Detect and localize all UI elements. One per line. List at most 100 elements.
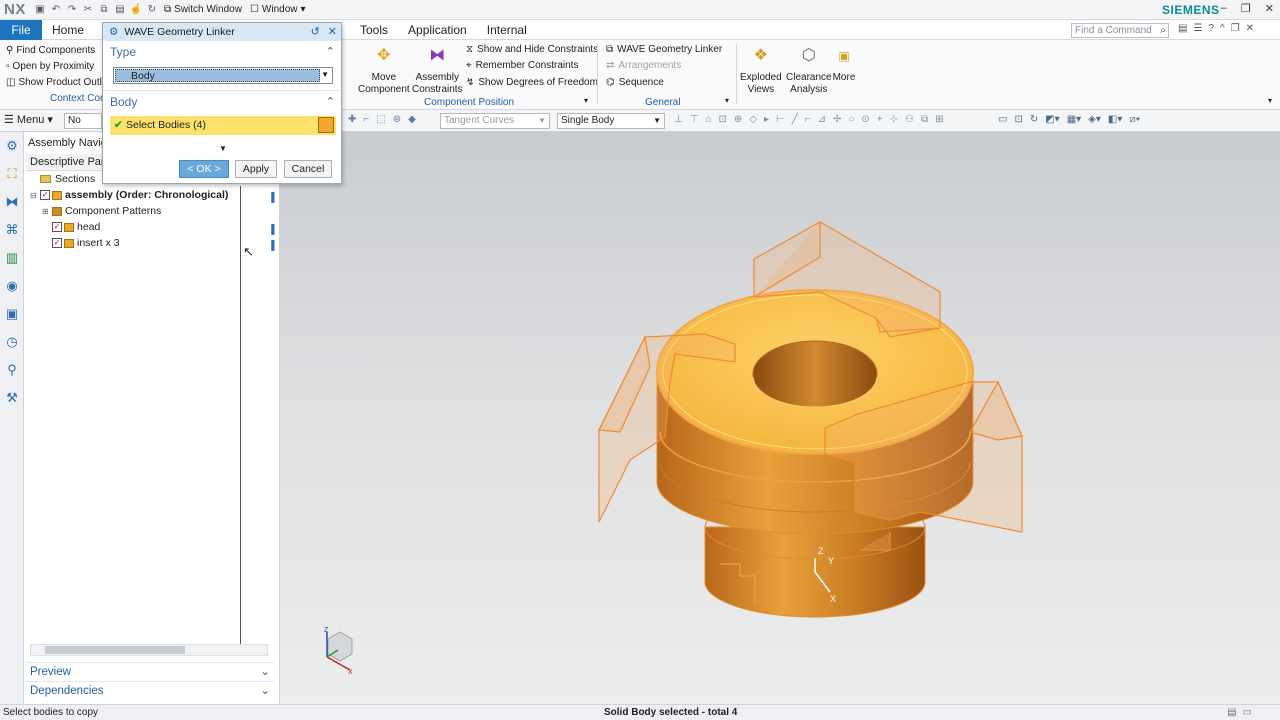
body-rule-select[interactable]: Single Body ▼ (557, 113, 665, 129)
minimize-icon[interactable]: – (1221, 2, 1227, 15)
roles-icon[interactable]: ⚒ (0, 384, 24, 412)
tree-row[interactable]: ✓ insert x 3 (24, 235, 240, 251)
add-icon[interactable]: ✚ (348, 114, 356, 125)
history-icon[interactable]: ▣ (0, 300, 24, 328)
snap-tangent-icon[interactable]: ⌐ (805, 114, 811, 125)
tab-file[interactable]: File (0, 19, 42, 40)
help-icon[interactable]: ? (1208, 23, 1214, 34)
menu-button[interactable]: ☰ Menu ▾ (4, 113, 53, 127)
show-dof-button[interactable]: ↯ Show Degrees of Freedom (466, 77, 598, 88)
ribbon-options-icon[interactable]: ▤ (1178, 23, 1187, 34)
cancel-button[interactable]: Cancel (284, 160, 332, 178)
show-product-outline-button[interactable]: ◫ Show Product Outli (0, 74, 104, 90)
touch-mode-icon[interactable]: ☝ (128, 2, 144, 18)
clock-icon[interactable]: ◷ (0, 328, 24, 356)
more-button[interactable]: ▣ More (832, 44, 856, 84)
type-section-header[interactable]: Type ⌃ (103, 41, 341, 63)
snap-center-icon[interactable]: ⊡ (718, 114, 726, 125)
snap-plus-icon[interactable]: + (877, 114, 883, 125)
snap-arrow-icon[interactable]: ▸ (764, 114, 769, 125)
general-expand-icon[interactable]: ▾ (725, 96, 729, 105)
tab-home[interactable]: Home (42, 23, 94, 37)
snap-circle-icon[interactable]: ○ (848, 114, 854, 125)
visibility-checkbox[interactable]: ✓ (52, 222, 62, 232)
assembly-constraints-button[interactable]: ⧓ Assembly Constraints (412, 44, 463, 96)
snap-misc-icon[interactable]: ⊹ (890, 114, 898, 125)
body-select-icon[interactable] (318, 117, 334, 133)
redo-icon[interactable]: ↷ (64, 2, 80, 18)
move-component-button[interactable]: ✥ Move Component (358, 44, 410, 96)
tree-row[interactable]: ⊞ Component Patterns (24, 203, 240, 219)
close-icon[interactable]: ✕ (1246, 23, 1254, 34)
snap-cross-icon[interactable]: ✢ (833, 114, 841, 125)
snap-perp-icon[interactable]: ⊿ (818, 114, 826, 125)
close-icon[interactable]: ✕ (328, 25, 337, 38)
snap-copy-icon[interactable]: ⧉ (921, 114, 928, 125)
clearance-analysis-button[interactable]: ⬡ Clearance Analysis (786, 44, 832, 96)
cut-icon[interactable]: ✂ (80, 2, 96, 18)
snap-quadrant-icon[interactable]: ⊕ (734, 114, 742, 125)
web-browser-icon[interactable]: ◉ (0, 272, 24, 300)
tab-internal[interactable]: Internal (477, 23, 537, 37)
restore-icon[interactable]: ❐ (1231, 23, 1240, 34)
paste-icon[interactable]: ▤ (112, 2, 128, 18)
layer-icon[interactable]: ▦▾ (1067, 114, 1081, 125)
reset-icon[interactable]: ↺ (311, 25, 320, 38)
graphics-window[interactable]: Z Y X Z X (280, 132, 1280, 704)
tree-row[interactable]: ⊟ ✓ assembly (Order: Chronological) (24, 187, 240, 203)
full-screen-icon[interactable]: ▤ (1227, 707, 1236, 718)
process-studio-icon[interactable]: ⚲ (0, 356, 24, 384)
find-command-input[interactable]: Find a Command ⌕ (1071, 23, 1169, 38)
expand-icon[interactable]: ⊞ (42, 207, 52, 216)
ribbon-collapse-icon[interactable]: ▾ (1268, 96, 1272, 105)
restore-icon[interactable]: ❐ (1241, 2, 1251, 15)
show-hide-constraints-button[interactable]: ⧖ Show and Hide Constraints (466, 44, 598, 55)
tab-tools[interactable]: Tools (350, 23, 398, 37)
settings-icon[interactable]: ⚙ (0, 132, 24, 160)
horizontal-scrollbar[interactable] (30, 644, 268, 656)
copy-icon[interactable]: ⧉ (96, 2, 112, 18)
undo-icon[interactable]: ↶ (48, 2, 64, 18)
switch-window-button[interactable]: ⧉ Switch Window (160, 4, 246, 15)
body-filter-icon[interactable]: ◆ (408, 114, 416, 125)
type-filter-select[interactable]: No Selec (64, 113, 102, 129)
box-select-icon[interactable]: ⬚ (376, 114, 385, 125)
tab-application[interactable]: Application (398, 23, 477, 37)
find-components-button[interactable]: ⚲ Find Components (0, 42, 104, 58)
rotate-icon[interactable]: ↻ (1030, 114, 1038, 125)
tree-row[interactable]: ✓ head (24, 219, 240, 235)
scroll-thumb[interactable] (45, 646, 185, 654)
part-navigator-icon[interactable]: ⌘ (0, 216, 24, 244)
snap-control-icon[interactable]: ⌂ (705, 114, 711, 125)
filter-icon[interactable]: ⊛ (393, 114, 401, 125)
dialog-title-bar[interactable]: ⚙ WAVE Geometry Linker ↺ ✕ (103, 23, 341, 41)
arrangements-button[interactable]: ⇄ Arrangements (606, 60, 681, 71)
snap-point-icon[interactable]: ◇ (749, 114, 757, 125)
shade-icon[interactable]: ◧▾ (1108, 114, 1122, 125)
reuse-library-icon[interactable]: ▥ (0, 244, 24, 272)
component-position-expand-icon[interactable]: ▾ (584, 96, 588, 105)
section-icon[interactable]: ⧄▾ (1129, 114, 1140, 125)
visibility-checkbox[interactable]: ✓ (52, 238, 62, 248)
orient-icon[interactable]: ◈▾ (1088, 114, 1101, 125)
exploded-views-button[interactable]: ❖ Exploded Views (740, 44, 782, 96)
collapse-icon[interactable]: ⊟ (30, 191, 40, 200)
select-bodies-row[interactable]: ✔ Select Bodies (4) (110, 116, 336, 135)
snap-mid-icon[interactable]: ⊢ (776, 114, 785, 125)
more-options-icon[interactable]: ▼ (219, 144, 227, 153)
body-section-header[interactable]: Body ⌃ (103, 90, 341, 112)
type-dropdown[interactable]: Body ▼ (113, 67, 333, 84)
deselect-icon[interactable]: ⌐ (363, 114, 369, 125)
dependencies-panel-header[interactable]: Dependencies ⌄ (26, 681, 274, 699)
apply-button[interactable]: Apply (235, 160, 277, 178)
display-icon[interactable]: ▭ (1243, 707, 1252, 718)
repeat-command-icon[interactable]: ↻ (144, 2, 160, 18)
remember-constraints-button[interactable]: ⌖ Remember Constraints (466, 60, 578, 71)
preview-panel-header[interactable]: Preview ⌄ (26, 662, 274, 680)
column-divider[interactable] (240, 186, 241, 644)
sequence-button[interactable]: ⌬ Sequence (606, 77, 664, 88)
minimize-ribbon-icon[interactable]: ^ (1220, 23, 1225, 34)
fit-icon[interactable]: ▭ (998, 114, 1007, 125)
curve-rule-select[interactable]: Tangent Curves ▼ (440, 113, 550, 129)
customize-icon[interactable]: ☰ (1193, 23, 1202, 34)
